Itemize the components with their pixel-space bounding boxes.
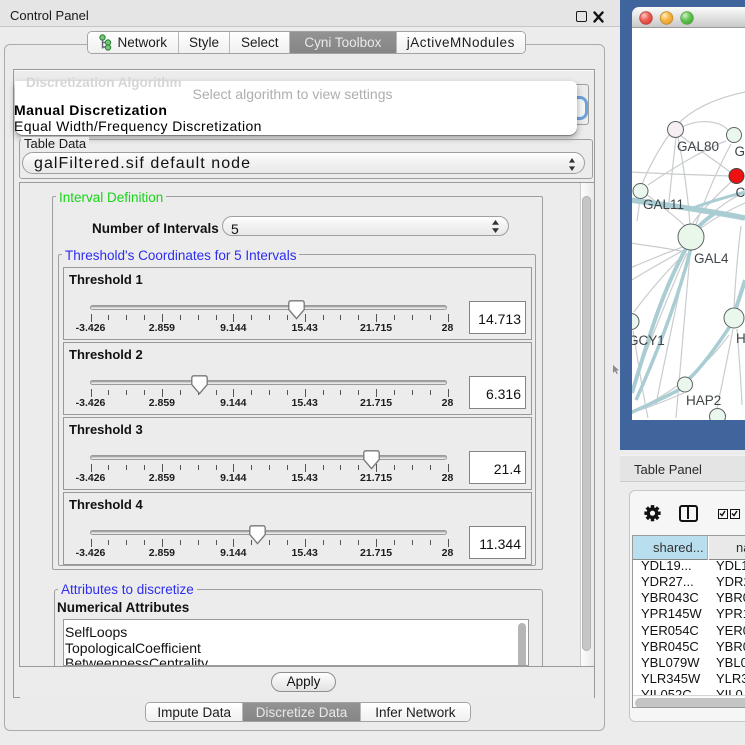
svg-text:GAL4: GAL4 (694, 251, 729, 266)
svg-text:GCY1: GCY1 (632, 333, 665, 348)
svg-text:GAL11: GAL11 (643, 197, 684, 212)
svg-text:HAP2: HAP2 (686, 393, 721, 408)
svg-text:H: H (736, 331, 745, 346)
svg-text:GA: GA (735, 144, 745, 159)
svg-text:GAL80: GAL80 (677, 139, 719, 154)
svg-text:C: C (736, 185, 745, 200)
